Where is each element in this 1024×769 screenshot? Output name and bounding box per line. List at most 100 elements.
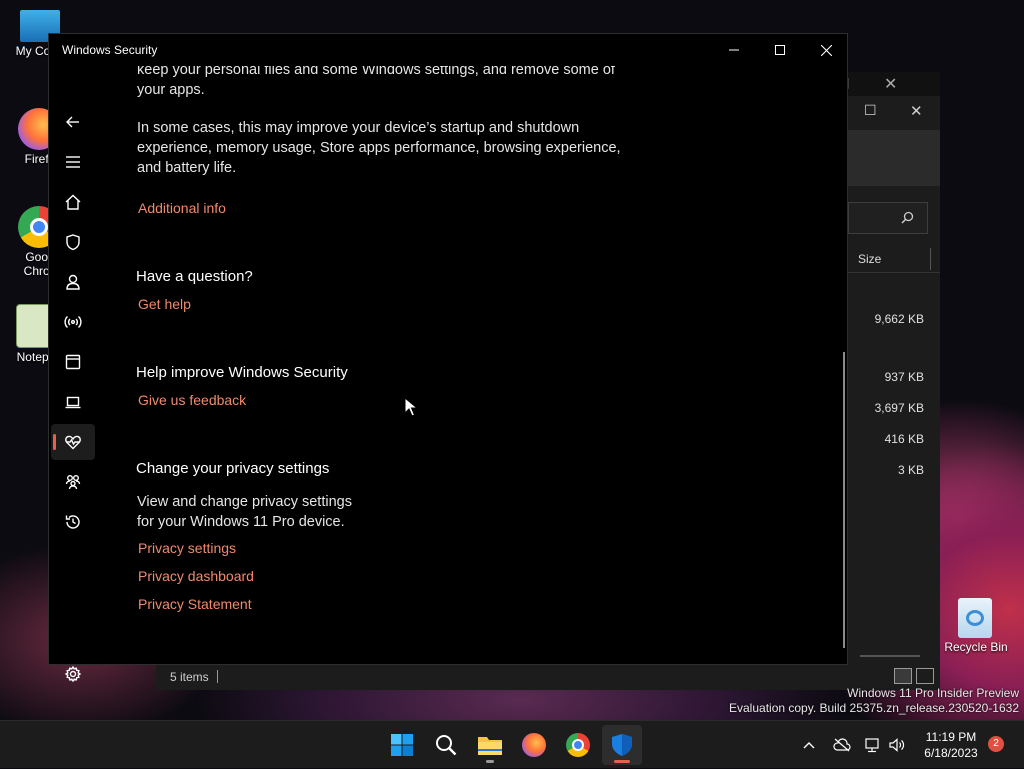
- improve-heading: Help improve Windows Security: [136, 364, 348, 381]
- file-explorer-icon: [478, 737, 502, 755]
- privacy-paragraph: View and change privacy settings for you…: [137, 494, 352, 530]
- close-icon: [820, 44, 832, 56]
- home-icon: [65, 194, 81, 210]
- vertical-scrollbar[interactable]: [843, 352, 845, 648]
- gear-icon: [64, 665, 82, 683]
- laptop-icon: [65, 396, 81, 409]
- start-button[interactable]: [382, 725, 422, 765]
- maximize-icon[interactable]: ☐: [864, 102, 877, 119]
- nav-firewall-network[interactable]: [51, 304, 95, 340]
- search-icon: [436, 735, 457, 756]
- windows-security-icon: [612, 734, 632, 756]
- watermark-line-2: Evaluation copy. Build 25375.zn_release.…: [729, 701, 1019, 715]
- active-indicator: [53, 434, 56, 450]
- column-header-label: Size: [858, 252, 882, 266]
- tab-close-icon[interactable]: ✕: [884, 74, 897, 94]
- nav-home[interactable]: [51, 184, 95, 220]
- nav-protection-history[interactable]: [51, 504, 95, 540]
- navigation-rail: [49, 66, 97, 683]
- tiles-view-button[interactable]: [916, 668, 934, 684]
- nav-account-protection[interactable]: [51, 264, 95, 300]
- clock-time: 11:19 PM: [925, 730, 977, 744]
- start-icon: [391, 734, 413, 756]
- taskbar-firefox[interactable]: [514, 725, 554, 765]
- app-browser-icon: [65, 354, 81, 370]
- main-content: keep your personal files and some Window…: [135, 66, 835, 664]
- minimize-icon: [729, 49, 739, 51]
- nav-family-options[interactable]: [51, 464, 95, 500]
- column-header-size[interactable]: Size: [848, 246, 940, 273]
- file-size: 9,662 KB: [874, 312, 924, 326]
- menu-button[interactable]: [51, 144, 95, 180]
- clock[interactable]: 11:19 PM 6/18/2023: [912, 729, 990, 761]
- network-button[interactable]: [862, 721, 884, 769]
- privacy-settings-link[interactable]: Privacy settings: [138, 540, 236, 556]
- file-explorer-window: ☐ ✕ Size 9,662 KB 937 KB 3,697 KB 416 KB…: [848, 96, 940, 666]
- watermark-line-1: Windows 11 Pro Insider Preview: [847, 686, 1019, 700]
- column-divider[interactable]: [930, 248, 931, 270]
- improve-paragraph: In some cases, this may improve your dev…: [137, 120, 621, 176]
- back-button[interactable]: [51, 104, 95, 140]
- privacy-heading: Change your privacy settings: [136, 460, 330, 477]
- file-size: 3,697 KB: [874, 401, 924, 415]
- shield-icon: [66, 234, 80, 251]
- history-icon: [65, 515, 80, 529]
- nav-virus-protection[interactable]: [51, 224, 95, 260]
- intro-line-1: keep your personal files and some Window…: [137, 66, 615, 78]
- privacy-statement-link[interactable]: Privacy Statement: [138, 596, 252, 612]
- file-size: 3 KB: [897, 463, 924, 477]
- taskbar-file-explorer[interactable]: [470, 725, 510, 765]
- chrome-icon: [566, 733, 590, 757]
- search-icon: [901, 211, 914, 224]
- explorer-status-bar: 5 items: [156, 664, 940, 690]
- question-heading: Have a question?: [136, 268, 253, 285]
- privacy-dashboard-link[interactable]: Privacy dashboard: [138, 568, 254, 584]
- get-help-link[interactable]: Get help: [138, 296, 191, 312]
- onedrive-button[interactable]: [830, 721, 854, 769]
- nav-device-performance-health[interactable]: [51, 424, 95, 460]
- network-icon: [865, 738, 879, 753]
- speaker-icon: [889, 738, 905, 752]
- maximize-button[interactable]: [757, 34, 803, 66]
- item-count: 5 items: [170, 670, 209, 684]
- back-arrow-icon: [66, 116, 79, 128]
- windows-security-window: Windows Security keep your personal file…: [48, 33, 848, 683]
- chevron-up-icon: [803, 742, 815, 749]
- search-button[interactable]: [426, 725, 466, 765]
- wireless-icon: [64, 315, 82, 329]
- heart-pulse-icon: [65, 435, 81, 450]
- running-indicator: [486, 760, 494, 763]
- notification-badge[interactable]: 2: [988, 736, 1004, 752]
- taskbar-chrome[interactable]: [558, 725, 598, 765]
- additional-info-link[interactable]: Additional info: [138, 200, 226, 216]
- desktop-icon-recycle-bin[interactable]: Recycle Bin: [944, 598, 1008, 654]
- window-title: Windows Security: [62, 43, 158, 57]
- close-icon[interactable]: ✕: [910, 102, 923, 120]
- search-input[interactable]: [848, 202, 928, 234]
- nav-app-browser-control[interactable]: [51, 344, 95, 380]
- explorer-tab-strip: ▯ ✕: [842, 72, 940, 98]
- clock-date: 6/18/2023: [924, 746, 978, 760]
- intro-line-2: your apps.: [137, 82, 205, 98]
- firefox-icon: [522, 733, 546, 757]
- hamburger-menu-icon: [66, 156, 80, 168]
- title-bar[interactable]: Windows Security: [49, 34, 847, 66]
- horizontal-scrollbar[interactable]: [860, 655, 920, 657]
- running-indicator: [614, 760, 630, 763]
- nav-settings[interactable]: [51, 656, 95, 692]
- maximize-icon: [775, 45, 785, 55]
- mouse-cursor-icon: [404, 397, 418, 417]
- minimize-button[interactable]: [711, 34, 757, 66]
- status-separator: [217, 670, 218, 683]
- close-button[interactable]: [803, 34, 849, 66]
- explorer-toolbar: [848, 130, 940, 186]
- person-icon: [66, 274, 80, 290]
- give-feedback-link[interactable]: Give us feedback: [138, 392, 246, 408]
- nav-device-security[interactable]: [51, 384, 95, 420]
- show-hidden-icons-button[interactable]: [798, 721, 820, 769]
- details-view-button[interactable]: [894, 668, 912, 684]
- taskbar-windows-security[interactable]: [602, 725, 642, 765]
- desktop-icon-label: Recycle Bin: [944, 640, 1008, 654]
- file-size: 937 KB: [884, 370, 924, 384]
- volume-button[interactable]: [886, 721, 908, 769]
